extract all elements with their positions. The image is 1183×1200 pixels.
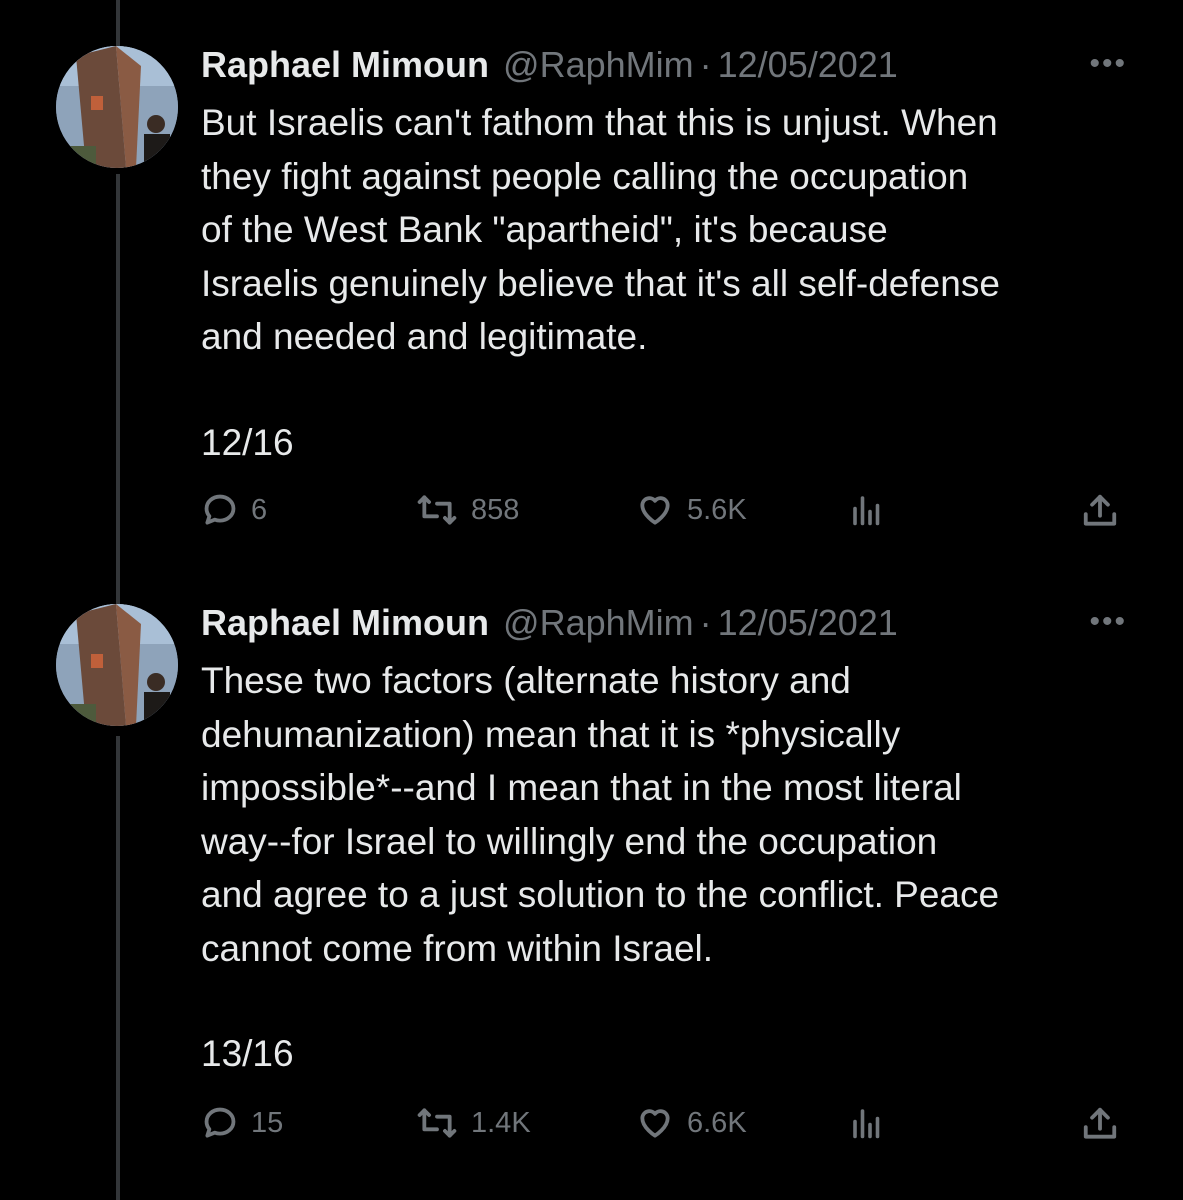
views-button[interactable]: [849, 1104, 885, 1142]
share-button[interactable]: [1081, 491, 1119, 531]
tweet-text: These two factors (alternate history and…: [201, 660, 1000, 969]
reply-button[interactable]: 15: [201, 1104, 283, 1142]
more-options-icon[interactable]: •••: [1089, 49, 1127, 79]
reply-button[interactable]: 6: [201, 491, 267, 529]
avatar-image: [56, 604, 178, 726]
views-button[interactable]: [849, 491, 885, 529]
bar-chart-icon: [853, 1109, 880, 1139]
avatar[interactable]: [56, 604, 178, 726]
retweet-count: 1.4K: [471, 1106, 531, 1139]
like-count: 5.6K: [687, 493, 747, 526]
avatar-image: [56, 46, 178, 168]
tweet[interactable]: Raphael Mimoun @RaphMim · 12/05/2021 The…: [0, 560, 1183, 1200]
share-upload-icon: [1083, 494, 1117, 526]
tweet-text: But Israelis can't fathom that this is u…: [201, 102, 1000, 357]
avatar[interactable]: [56, 46, 178, 168]
tweet-date[interactable]: 12/05/2021: [718, 44, 898, 86]
more-options-icon[interactable]: •••: [1089, 607, 1127, 637]
reply-count: 6: [251, 493, 268, 526]
like-count: 6.6K: [687, 1106, 747, 1139]
thread-count: 13/16: [201, 1033, 294, 1074]
separator-dot: ·: [699, 602, 712, 643]
author-name[interactable]: Raphael Mimoun: [201, 44, 489, 86]
separator-dot: ·: [699, 44, 712, 85]
retweet-arrows-icon: [417, 495, 457, 525]
retweet-button[interactable]: 1.4K: [415, 1104, 531, 1142]
reply-count: 15: [251, 1106, 284, 1139]
like-button[interactable]: 5.6K: [635, 491, 747, 529]
thread-count: 12/16: [201, 421, 294, 463]
reply-bubble-icon: [204, 1107, 236, 1138]
heart-icon: [640, 1109, 670, 1138]
like-button[interactable]: 6.6K: [635, 1104, 747, 1142]
tweet[interactable]: Raphael Mimoun @RaphMim · 12/05/2021 But…: [0, 0, 1183, 560]
retweet-button[interactable]: 858: [415, 491, 519, 529]
reply-bubble-icon: [204, 494, 236, 525]
share-upload-icon: [1083, 1107, 1117, 1139]
author-handle[interactable]: @RaphMim: [503, 44, 694, 86]
heart-icon: [640, 496, 670, 525]
tweet-date[interactable]: 12/05/2021: [718, 602, 898, 644]
bar-chart-icon: [853, 496, 880, 526]
retweet-arrows-icon: [417, 1108, 457, 1138]
retweet-count: 858: [471, 493, 520, 526]
author-name[interactable]: Raphael Mimoun: [201, 602, 489, 644]
share-button[interactable]: [1081, 1104, 1119, 1144]
author-handle[interactable]: @RaphMim: [503, 602, 694, 644]
